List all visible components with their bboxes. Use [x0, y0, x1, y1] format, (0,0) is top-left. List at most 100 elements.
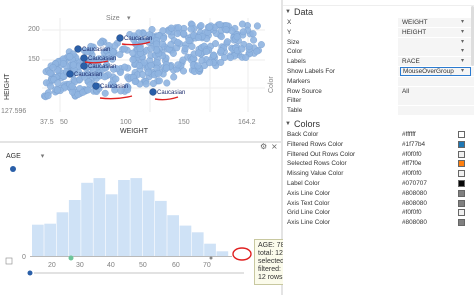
data-point[interactable] — [170, 73, 178, 81]
data-property-row[interactable]: Y HEIGHT ▾ — [283, 27, 474, 38]
color-swatch[interactable] — [458, 189, 465, 197]
color-property-row[interactable]: Label Color #070707 — [283, 179, 474, 189]
labeled-point[interactable] — [74, 45, 82, 53]
color-value[interactable]: #808080 — [402, 219, 427, 226]
data-property-row[interactable]: Show Labels For MouseOverGroup ▾ — [283, 66, 474, 77]
color-value[interactable]: #ff7f0e — [402, 160, 421, 167]
data-point[interactable] — [250, 36, 258, 44]
data-point[interactable] — [47, 82, 55, 90]
data-point[interactable] — [120, 45, 128, 53]
color-selector[interactable]: Color — [268, 76, 275, 93]
data-point[interactable] — [131, 77, 139, 85]
data-point[interactable] — [167, 41, 175, 49]
x-axis-label[interactable]: WEIGHT — [120, 128, 149, 135]
labeled-point[interactable] — [116, 34, 124, 42]
labeled-point[interactable] — [80, 54, 88, 62]
property-panel[interactable]: ▼ Data X WEIGHT ▾ Y HEIGHT ▾ Size ▾ Color ▾ Labels… — [283, 0, 474, 295]
histogram-panel[interactable]: 0 20 30 40 50 60 70 AGE ▾ ⚙ × — [0, 142, 281, 295]
range-slider-left-handle[interactable] — [27, 270, 33, 276]
color-swatch[interactable] — [458, 179, 465, 187]
color-swatch[interactable] — [458, 209, 465, 217]
data-point[interactable] — [197, 22, 205, 30]
color-property-row[interactable]: Axis Line Color #808080 — [283, 189, 474, 199]
color-value[interactable]: #808080 — [402, 200, 427, 207]
color-value[interactable]: #070707 — [402, 180, 427, 187]
data-point[interactable] — [257, 41, 265, 49]
data-point[interactable] — [238, 20, 246, 28]
histogram-bar[interactable] — [81, 182, 93, 256]
data-point[interactable] — [59, 60, 67, 68]
property-value-box[interactable] — [398, 86, 474, 96]
histogram-bar[interactable] — [44, 223, 56, 256]
data-point[interactable] — [194, 49, 202, 57]
data-point[interactable] — [136, 45, 144, 53]
data-point[interactable] — [245, 42, 253, 50]
data-point[interactable] — [101, 89, 109, 97]
data-point[interactable] — [135, 62, 143, 70]
histogram-bar[interactable] — [105, 194, 118, 257]
histogram-bar[interactable] — [68, 200, 81, 256]
data-point[interactable] — [253, 47, 261, 55]
histogram-column-label[interactable]: AGE — [6, 153, 21, 160]
chevron-down-icon[interactable]: ▾ — [461, 47, 464, 54]
data-properties[interactable]: X WEIGHT ▾ Y HEIGHT ▾ Size ▾ Color ▾ Labels RACE ▾ Sh… — [283, 18, 474, 116]
chevron-down-icon[interactable]: ▾ — [461, 57, 464, 64]
data-point[interactable] — [112, 75, 120, 83]
color-swatch[interactable] — [458, 170, 465, 178]
histogram-column-selector[interactable]: AGE ▾ — [6, 152, 44, 160]
color-swatch[interactable] — [458, 199, 465, 207]
histogram-bar[interactable] — [155, 200, 167, 256]
data-point[interactable] — [239, 28, 247, 36]
data-property-row[interactable]: Row Source All — [283, 86, 474, 97]
data-point[interactable] — [154, 70, 162, 78]
range-filter-top-handle[interactable] — [10, 166, 16, 172]
data-point[interactable] — [222, 26, 230, 34]
data-point[interactable] — [49, 63, 57, 71]
data-point[interactable] — [211, 40, 219, 48]
data-point[interactable] — [179, 67, 187, 75]
histogram-bar[interactable] — [56, 212, 69, 256]
property-value[interactable]: All — [402, 88, 409, 95]
data-point[interactable] — [149, 79, 157, 87]
data-point[interactable] — [121, 63, 129, 71]
labeled-point[interactable] — [149, 88, 157, 96]
data-point[interactable] — [97, 39, 105, 47]
color-value[interactable]: #f0f0f0 — [402, 151, 422, 158]
data-point[interactable] — [174, 24, 182, 32]
data-point[interactable] — [111, 42, 119, 50]
color-property-row[interactable]: Back Color #ffffff — [283, 130, 474, 140]
color-property-row[interactable]: Filtered Out Rows Color #f0f0f0 — [283, 150, 474, 160]
size-selector-chevron-icon[interactable]: ▾ — [127, 15, 131, 22]
color-swatch[interactable] — [458, 130, 465, 138]
color-property-row[interactable]: Filtered Rows Color #1f77b4 — [283, 140, 474, 150]
property-value-box[interactable] — [398, 106, 474, 116]
histogram-bar[interactable] — [191, 232, 204, 257]
chevron-down-icon[interactable]: ▾ — [41, 153, 45, 160]
y-axis-label[interactable]: HEIGHT — [4, 73, 11, 100]
color-property-row[interactable]: Selected Rows Color #ff7f0e — [283, 159, 474, 169]
chevron-down-icon[interactable]: ▾ — [461, 67, 464, 74]
data-point[interactable] — [223, 38, 231, 46]
color-property-row[interactable]: Missing Value Color #f0f0f0 — [283, 169, 474, 179]
close-icon[interactable]: × — [271, 142, 278, 151]
data-point[interactable] — [187, 25, 195, 33]
data-point[interactable] — [53, 86, 61, 94]
data-property-row[interactable]: Filter — [283, 96, 474, 106]
data-point[interactable] — [174, 39, 182, 47]
data-point[interactable] — [180, 30, 188, 38]
data-point[interactable] — [242, 54, 250, 62]
data-point[interactable] — [159, 34, 167, 42]
histogram-bars[interactable] — [32, 178, 229, 257]
data-point[interactable] — [202, 48, 210, 56]
data-point[interactable] — [155, 77, 163, 85]
data-point[interactable] — [217, 33, 225, 41]
data-point[interactable] — [233, 33, 241, 41]
data-point[interactable] — [68, 82, 76, 90]
histogram-bar[interactable] — [167, 215, 179, 257]
collapse-caret-icon[interactable]: ▼ — [285, 121, 291, 127]
color-property-row[interactable]: Axis Line Color #808080 — [283, 218, 474, 228]
data-point[interactable] — [185, 37, 193, 45]
data-property-row[interactable]: X WEIGHT ▾ — [283, 18, 474, 28]
data-point[interactable] — [144, 68, 152, 76]
chevron-down-icon[interactable]: ▾ — [461, 28, 464, 35]
